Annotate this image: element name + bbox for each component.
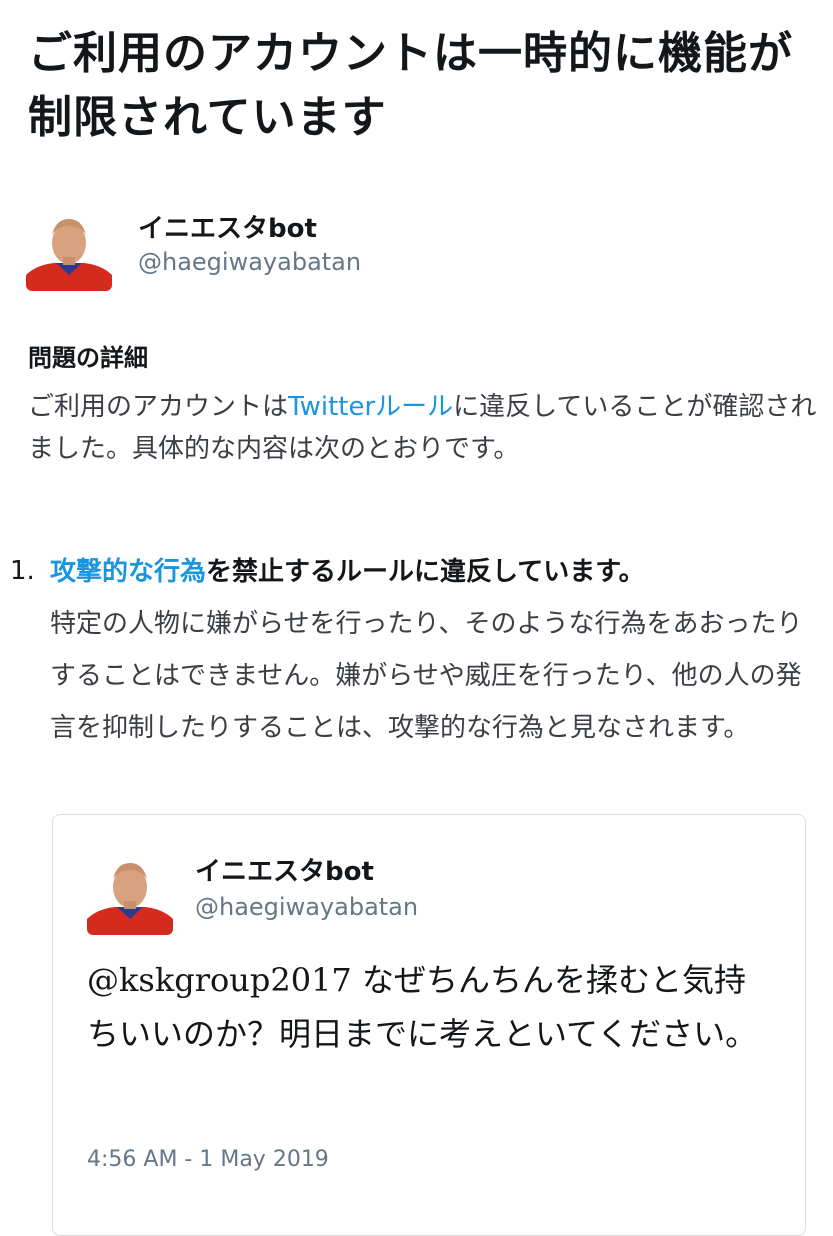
violation-number: 1. [10,556,35,586]
tweet-text: @kskgroup2017 なぜちんちんを揉むと気持ちいいのか？明日までに考えと… [87,961,758,1053]
details-heading: 問題の詳細 [28,344,148,372]
tweet-author-handle: @haegiwayabatan [195,893,419,921]
twitter-rules-link[interactable]: Twitterルール [288,392,453,422]
avatar-image [26,205,112,291]
details-description: ご利用のアカウントはTwitterルールに違反していることが確認されました。具体… [28,386,818,470]
tweet-timestamp[interactable]: 4:56 AM - 1 May 2019 [87,1147,329,1172]
tweet-avatar-image [87,849,173,935]
account-handle: @haegiwayabatan [138,248,362,276]
tweet-avatar[interactable] [87,849,173,935]
tweet-card[interactable]: イニエスタbot @haegiwayabatan @kskgroup2017 な… [52,814,806,1236]
details-text-before: ご利用のアカウントは [28,392,289,422]
page-title: ご利用のアカウントは一時的に機能が制限されています [28,28,793,143]
account-name[interactable]: イニエスタbot [138,208,317,245]
violation-title-rest: を禁止するルールに違反しています。 [206,557,645,587]
tweet-author-name[interactable]: イニエスタbot [195,851,374,888]
violation-body: 特定の人物に嫌がらせを行ったり、そのような行為をあおったりすることはできません。… [50,609,803,743]
avatar[interactable] [26,205,112,291]
abusive-behavior-link[interactable]: 攻撃的な行為 [50,557,206,587]
violation-title: 攻撃的な行為を禁止するルールに違反しています。 [50,552,820,592]
